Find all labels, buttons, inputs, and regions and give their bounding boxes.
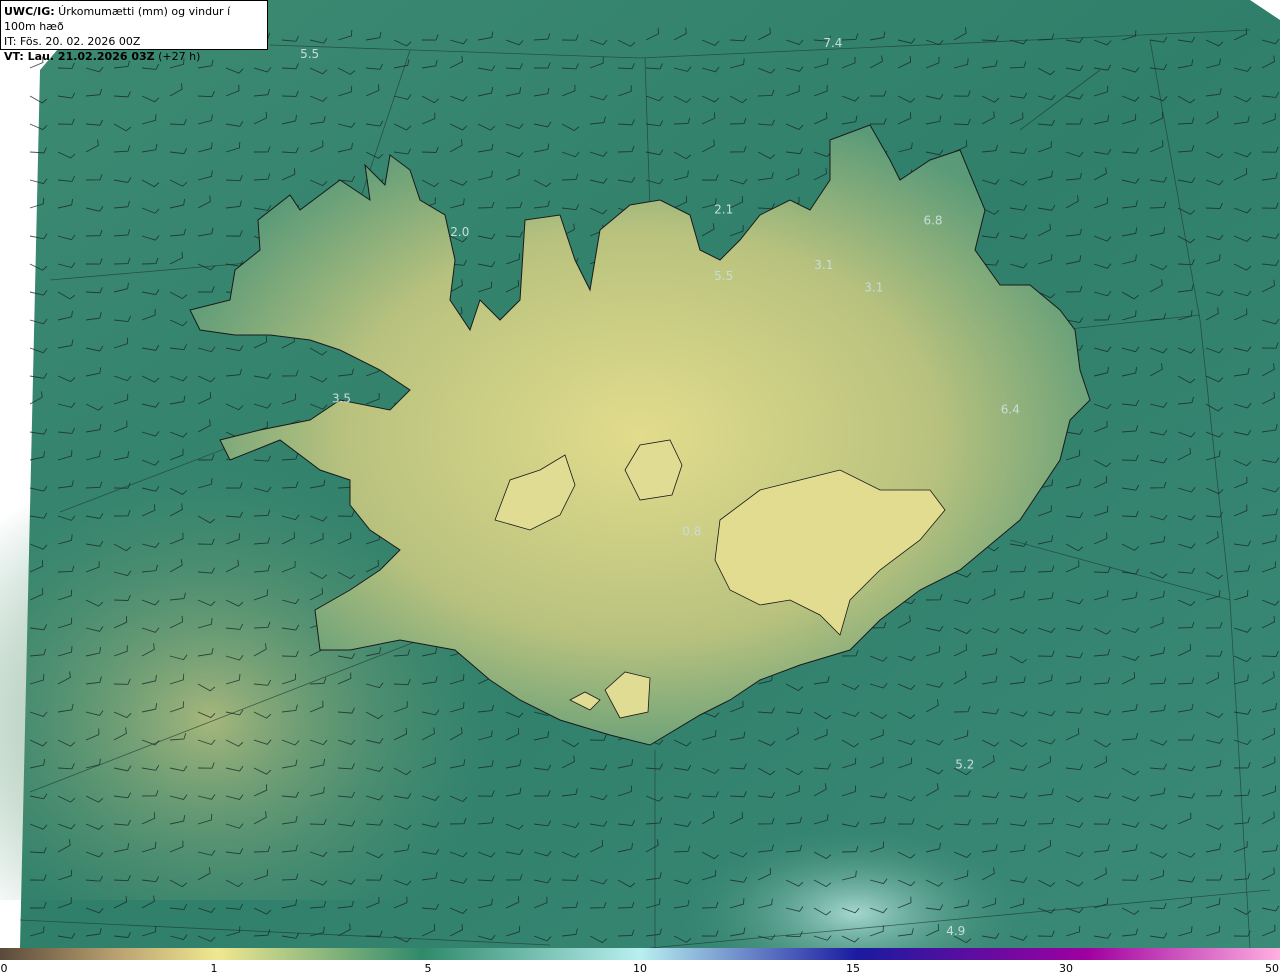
- value-label: 0.8: [682, 525, 701, 539]
- value-label: 6.8: [923, 214, 942, 228]
- value-label: 6.4: [1001, 402, 1020, 416]
- value-label: 4.9: [946, 924, 965, 938]
- valid-time: VT: Lau. 21.02.2026 03Z (+27 h): [4, 50, 201, 63]
- precipitation-wind-map[interactable]: 5.94.95.66.37.45.52.02.15.53.13.16.83.56…: [0, 0, 1280, 948]
- value-label: 2.0: [450, 225, 469, 239]
- colorbar-tick: 5: [424, 962, 432, 975]
- value-label: 3.1: [814, 258, 833, 272]
- value-label: 3.5: [332, 391, 351, 405]
- colorbar-tick: 50: [1265, 962, 1279, 975]
- colorbar-tick: 0: [0, 962, 8, 975]
- value-label: 5.5: [714, 269, 733, 283]
- value-label: 7.4: [823, 36, 842, 50]
- precip-colorbar: [0, 948, 1280, 960]
- colorbar-tick: 15: [846, 962, 860, 975]
- colorbar-tick: 30: [1059, 962, 1073, 975]
- value-label: 3.1: [864, 280, 883, 294]
- colorbar-ticks: 0 1 5 10 15 30 50: [0, 962, 1280, 978]
- value-label: 5.5: [300, 47, 319, 61]
- value-label: 5.2: [955, 758, 974, 772]
- init-time: IT: Fös. 20. 02. 2026 00Z: [4, 35, 141, 48]
- map-title: UWC/IG: Úrkomumætti (mm) og vindur í 100…: [4, 5, 231, 33]
- colorbar-tick: 1: [210, 962, 218, 975]
- value-label: 2.1: [714, 203, 733, 217]
- map-info-box: UWC/IG: Úrkomumætti (mm) og vindur í 100…: [0, 0, 268, 63]
- colorbar-tick: 10: [633, 962, 647, 975]
